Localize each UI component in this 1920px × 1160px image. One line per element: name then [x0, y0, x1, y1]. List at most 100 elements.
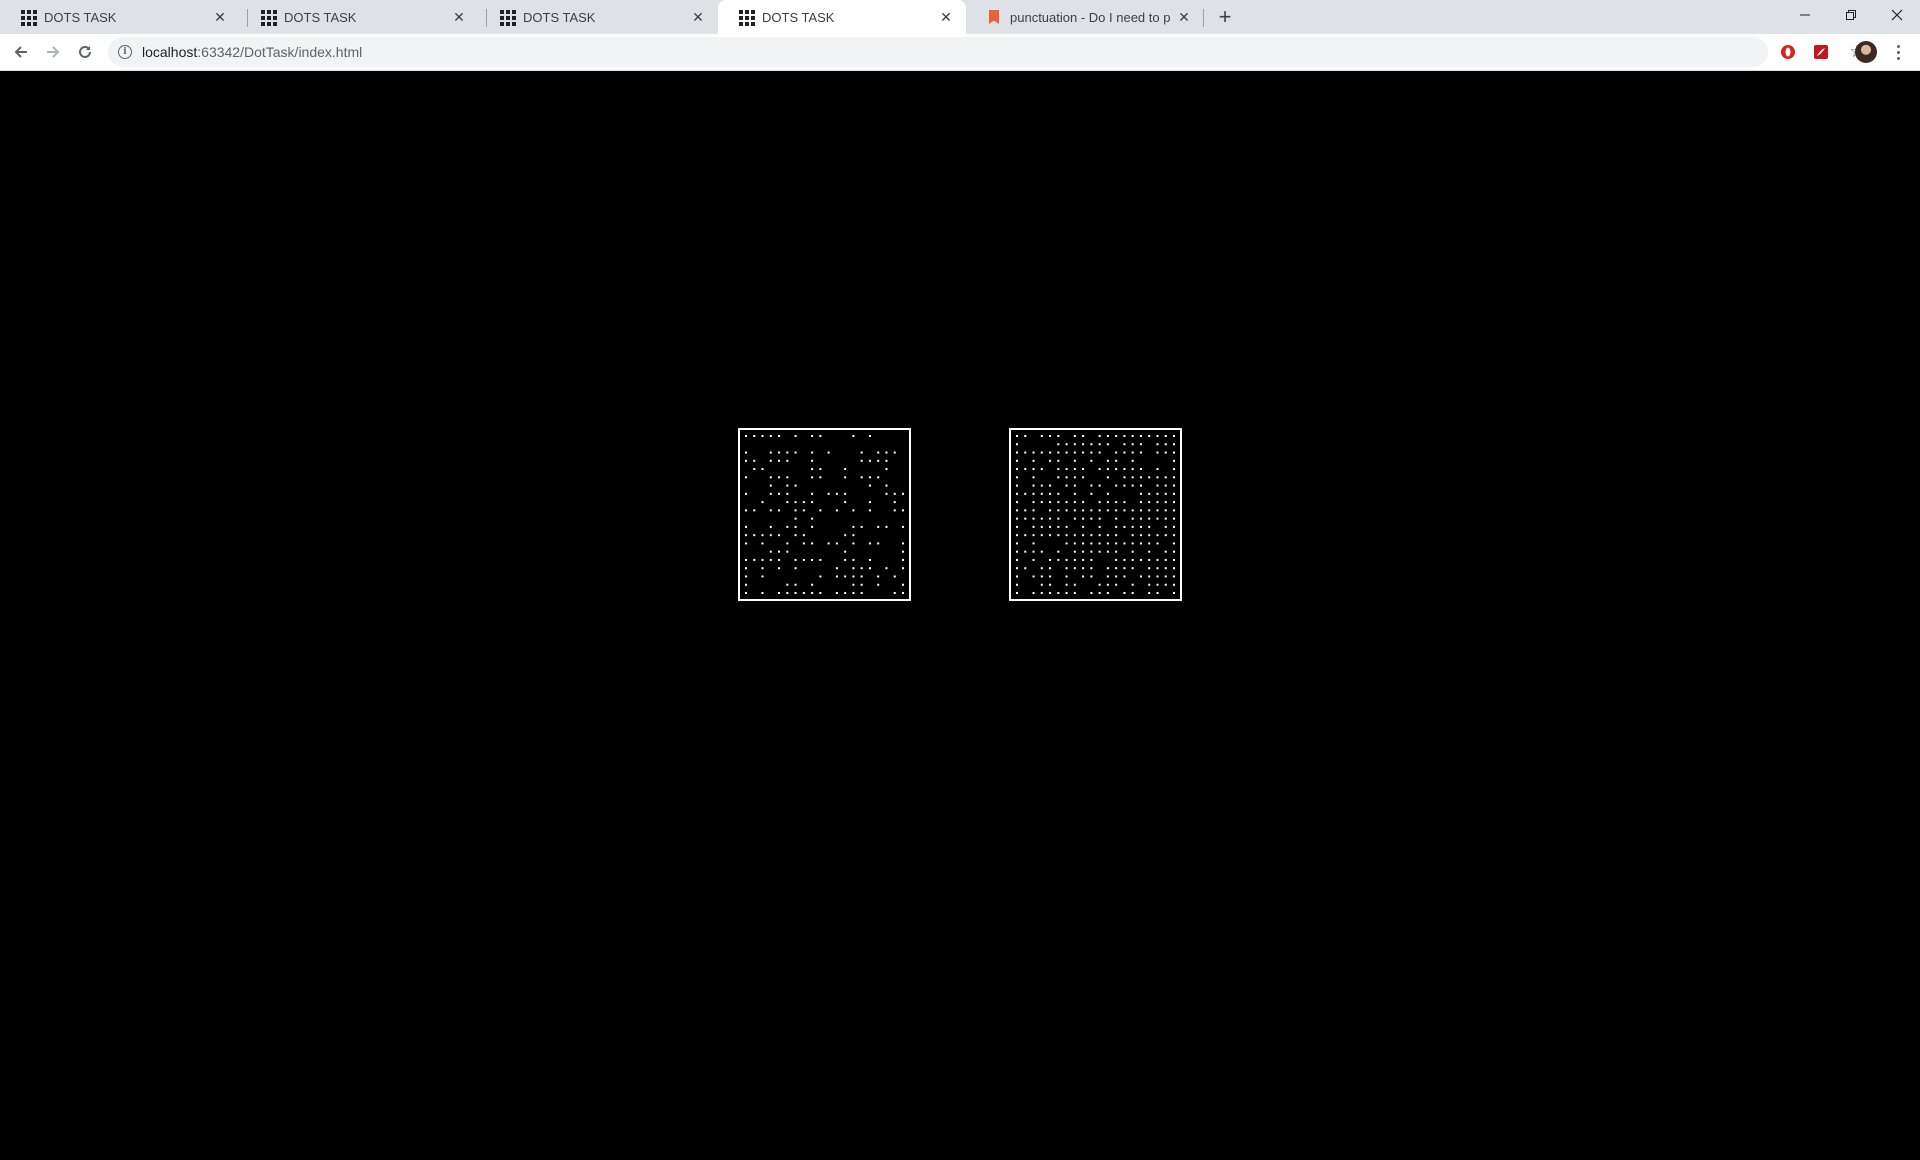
dot	[1073, 459, 1076, 462]
dot	[794, 583, 797, 586]
dot	[893, 501, 896, 504]
dot	[1148, 435, 1151, 437]
dot	[852, 542, 855, 545]
dot	[1082, 517, 1085, 520]
dot	[1131, 558, 1134, 561]
dot	[835, 592, 838, 594]
dot	[819, 592, 822, 594]
browser-menu-button[interactable]	[1888, 42, 1908, 62]
close-tab-icon[interactable]: ✕	[1176, 9, 1192, 25]
dot	[1057, 435, 1060, 437]
dot	[819, 575, 822, 578]
dot	[1164, 550, 1167, 553]
reload-button[interactable]	[73, 40, 97, 64]
close-tab-icon[interactable]: ✕	[690, 9, 706, 25]
dot	[1090, 451, 1093, 454]
dot	[1098, 435, 1101, 437]
dot	[745, 542, 747, 545]
dot	[868, 567, 871, 570]
dot	[827, 492, 830, 495]
dot	[1057, 509, 1060, 512]
dot	[1148, 517, 1151, 520]
dot	[1156, 451, 1159, 454]
dot	[1016, 575, 1018, 578]
dot	[794, 525, 797, 528]
dot	[1139, 443, 1142, 446]
dot	[1082, 575, 1085, 578]
left-dot-box[interactable]	[738, 428, 911, 601]
dot	[1131, 476, 1134, 479]
dot	[811, 558, 814, 561]
close-window-button[interactable]	[1874, 0, 1920, 30]
dot	[819, 558, 822, 561]
dot	[1173, 435, 1175, 437]
dot	[1139, 517, 1142, 520]
opera-extension-icon[interactable]	[1778, 42, 1798, 62]
tab-dots-task-3[interactable]: DOTS TASK ✕	[479, 0, 718, 34]
dot	[1049, 575, 1052, 578]
url-text[interactable]: localhost:63342/DotTask/index.html	[142, 44, 362, 60]
dot	[1024, 509, 1027, 512]
dot	[1065, 501, 1068, 504]
dot	[1173, 443, 1175, 446]
dot	[745, 525, 747, 528]
dot	[1049, 484, 1052, 487]
close-tab-icon[interactable]: ✕	[938, 9, 954, 25]
dot	[1049, 583, 1052, 586]
tab-dots-task-2[interactable]: DOTS TASK ✕	[240, 0, 479, 34]
dot	[1139, 558, 1142, 561]
tab-punctuation[interactable]: punctuation - Do I need to put co ✕	[966, 0, 1204, 34]
pdf-extension-icon[interactable]	[1811, 42, 1831, 62]
tab-divider	[1203, 9, 1204, 27]
new-tab-button[interactable]: +	[1213, 5, 1237, 29]
back-button[interactable]	[9, 40, 33, 64]
address-bar[interactable]: i localhost:63342/DotTask/index.html ☆	[108, 37, 1865, 67]
dot	[769, 525, 772, 528]
dot	[1139, 476, 1142, 479]
tab-title: punctuation - Do I need to put co	[1010, 9, 1170, 25]
dot	[1164, 575, 1167, 578]
dot	[1073, 592, 1076, 594]
dot	[1040, 492, 1043, 495]
dot	[1156, 492, 1159, 495]
dot	[1065, 558, 1068, 561]
dot	[1106, 542, 1109, 545]
tab-dots-task-1[interactable]: DOTS TASK ✕	[0, 0, 240, 34]
dot	[1098, 509, 1101, 512]
dot	[1115, 435, 1118, 437]
close-tab-icon[interactable]: ✕	[451, 9, 467, 25]
dot	[1016, 558, 1018, 561]
dot	[1173, 558, 1175, 561]
dot	[745, 583, 747, 586]
dot	[1123, 476, 1126, 479]
tab-dots-task-active[interactable]: DOTS TASK ✕	[718, 0, 966, 34]
dot	[1156, 501, 1159, 504]
site-info-icon[interactable]: i	[118, 45, 132, 59]
restore-button[interactable]	[1828, 0, 1874, 30]
dot	[1032, 550, 1035, 553]
dot	[852, 509, 855, 512]
forward-button[interactable]	[41, 40, 65, 64]
close-icon	[1891, 9, 1903, 21]
dot	[1049, 567, 1052, 570]
profile-avatar[interactable]	[1855, 41, 1877, 63]
left-dot-grid	[745, 435, 904, 594]
dot	[1106, 501, 1109, 504]
right-dot-box[interactable]	[1009, 428, 1182, 601]
dot	[844, 592, 847, 594]
dot	[1098, 484, 1101, 487]
minimize-button[interactable]	[1782, 0, 1828, 30]
dot	[1173, 476, 1175, 479]
dot	[1057, 558, 1060, 561]
dot	[852, 583, 855, 586]
dot	[1082, 542, 1085, 545]
reload-icon	[79, 45, 91, 58]
dot	[761, 435, 764, 437]
dot	[1139, 492, 1142, 495]
dot	[885, 567, 888, 570]
dot	[761, 468, 764, 471]
dot	[1156, 583, 1159, 586]
dot	[1057, 517, 1060, 520]
close-tab-icon[interactable]: ✕	[212, 9, 228, 25]
dot	[745, 575, 747, 578]
